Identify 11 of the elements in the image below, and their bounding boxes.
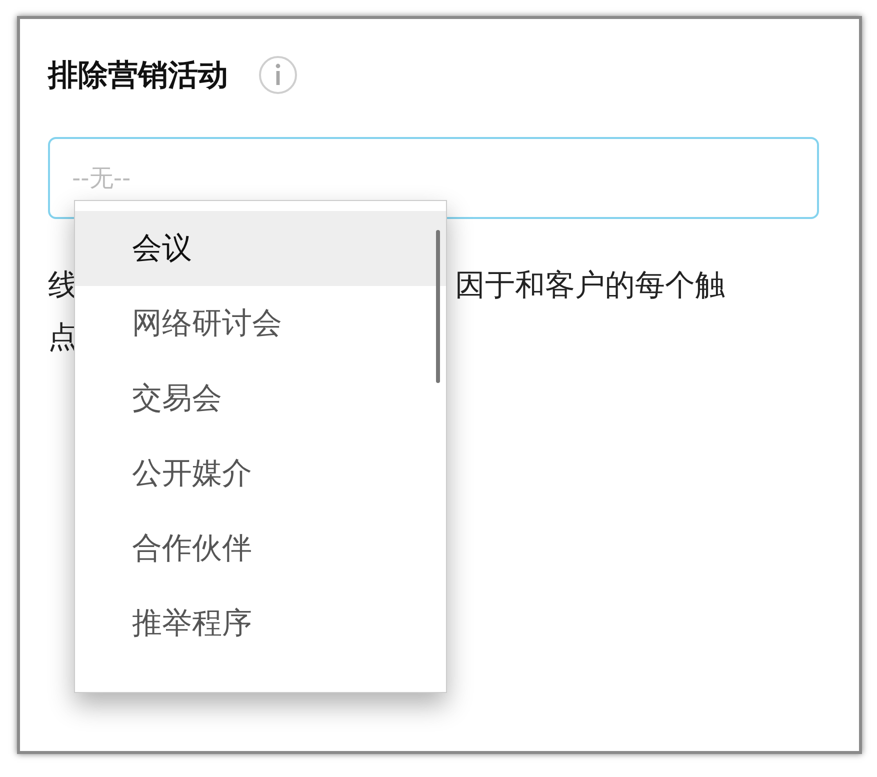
description-text: 点	[48, 318, 78, 356]
dropdown-option[interactable]: 公开媒介	[75, 436, 446, 511]
dropdown-option[interactable]: 交易会	[75, 361, 446, 436]
scrollbar[interactable]	[436, 230, 440, 383]
dropdown-option[interactable]: 会议	[75, 211, 446, 286]
dropdown-option[interactable]: 合作伙伴	[75, 511, 446, 586]
info-icon[interactable]	[258, 55, 298, 95]
dropdown-option[interactable]: 推举程序	[75, 586, 446, 661]
dropdown-option[interactable]: 网络研讨会	[75, 286, 446, 361]
section-title: 排除营销活动	[48, 56, 228, 94]
description-text: 因于和客户的每个触	[455, 266, 725, 304]
